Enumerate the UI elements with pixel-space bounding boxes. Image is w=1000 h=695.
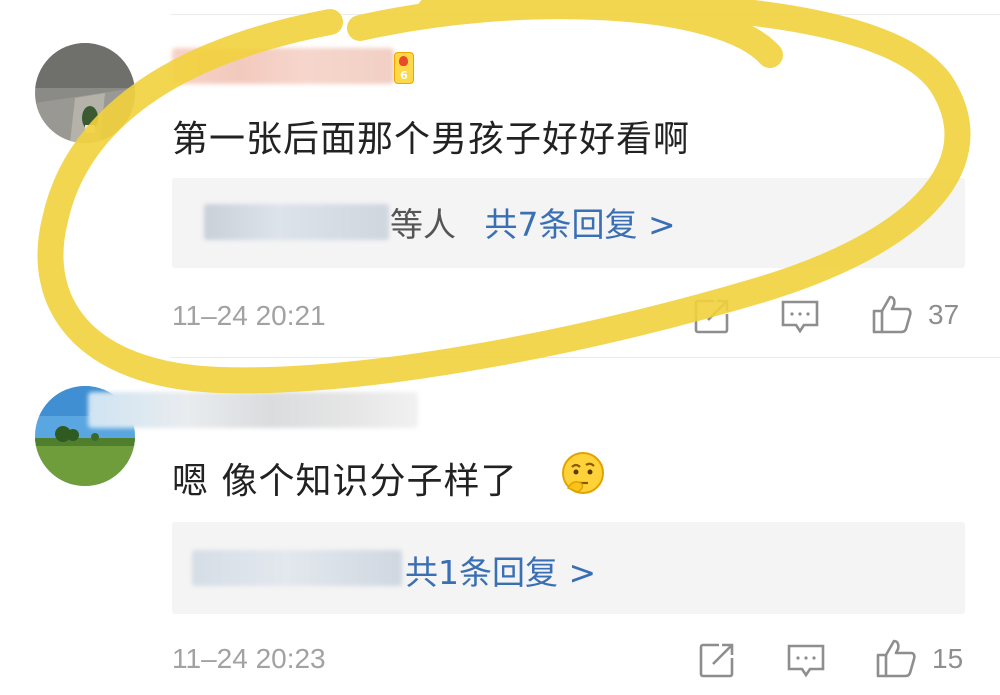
username-blurred[interactable] <box>88 392 418 428</box>
comment-text: 嗯 像个知识分子样了 <box>172 461 518 502</box>
avatar[interactable] <box>35 43 135 143</box>
share-icon[interactable] <box>697 640 737 680</box>
comment-time: 11–24 20:21 <box>172 300 326 331</box>
level-badge: 6 <box>394 52 414 84</box>
reply-user-blurred <box>192 550 402 586</box>
thumbs-up-icon[interactable] <box>874 636 918 680</box>
avatar-photo <box>35 43 135 143</box>
comment-icon[interactable] <box>786 642 826 680</box>
comment-time: 11–24 20:23 <box>172 643 326 674</box>
comment-text: 第一张后面那个男孩子好好看啊 <box>172 119 691 160</box>
comment-icon[interactable] <box>780 298 820 336</box>
username-blurred[interactable] <box>172 48 394 84</box>
thinking-emoji <box>560 450 606 500</box>
reply-users-suffix: 等人 <box>390 205 456 244</box>
level-number: 6 <box>400 69 408 82</box>
divider <box>170 357 1000 358</box>
thumbs-up-icon[interactable] <box>870 292 914 336</box>
reply-preview[interactable]: 等人 共7条回复 > <box>172 178 965 268</box>
reply-preview[interactable]: 共1条回复 > <box>172 522 965 614</box>
like-count: 37 <box>928 299 960 330</box>
reply-count-link[interactable]: 共7条回复 > <box>485 205 676 244</box>
divider <box>170 14 1000 15</box>
share-icon[interactable] <box>692 296 732 336</box>
reply-count-link[interactable]: 共1条回复 > <box>405 553 596 592</box>
flame-icon <box>399 56 408 66</box>
like-count: 15 <box>932 643 964 674</box>
reply-user-blurred <box>204 204 389 240</box>
